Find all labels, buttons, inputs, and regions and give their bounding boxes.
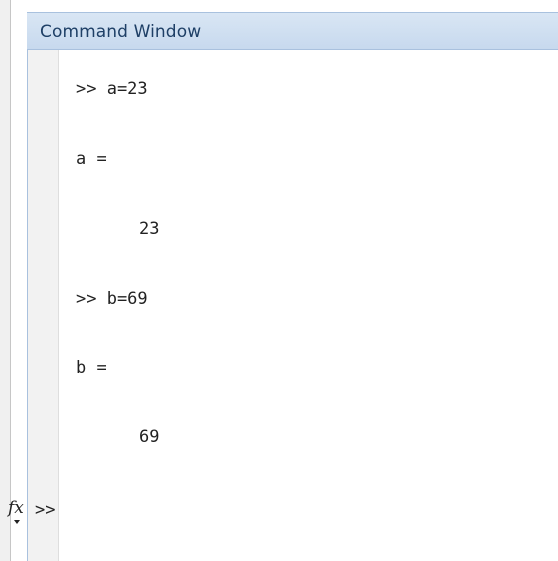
fx-dropdown-arrow-icon[interactable] xyxy=(14,520,20,524)
top-strip xyxy=(11,0,558,12)
window-title: Command Window xyxy=(40,22,202,42)
variable-value-b: 69 xyxy=(139,427,160,447)
variable-name-a: a = xyxy=(76,149,107,169)
left-frame-divider xyxy=(10,0,11,561)
variable-value-a: 23 xyxy=(139,219,160,239)
left-frame xyxy=(0,0,10,561)
command-line-a: >> a=23 xyxy=(76,79,148,99)
command-window-gutter xyxy=(28,50,59,561)
command-window-title-bar[interactable]: Command Window xyxy=(27,12,558,50)
command-line-b: >> b=69 xyxy=(76,289,148,309)
matlab-command-window: Command Window >> a=23 a = 23 >> b=69 b … xyxy=(0,0,558,561)
command-window-output[interactable]: >> a=23 a = 23 >> b=69 b = 69 xyxy=(59,50,558,561)
variable-name-b: b = xyxy=(76,358,107,378)
command-prompt[interactable]: >> xyxy=(35,500,55,520)
